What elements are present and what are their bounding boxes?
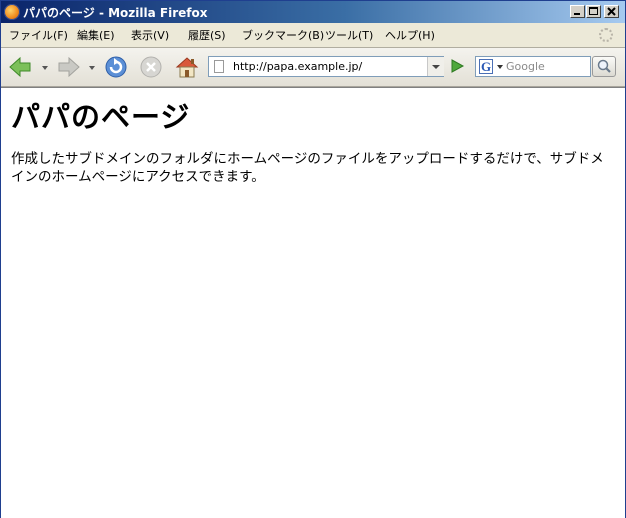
stop-button[interactable] [138, 55, 164, 79]
menu-file[interactable]: ファイル(F) [9, 27, 68, 43]
close-button[interactable] [604, 5, 619, 18]
forward-icon [58, 56, 80, 78]
reload-icon [105, 56, 127, 78]
url-bar[interactable]: http://papa.example.jp/ [208, 56, 444, 77]
back-history-dropdown[interactable] [42, 66, 48, 70]
back-button[interactable] [7, 55, 33, 79]
search-input[interactable] [506, 58, 588, 75]
menu-bar: ファイル(F) 編集(E) 表示(V) 履歴(S) ブックマーク(B) ツール(… [1, 23, 625, 48]
search-engine-icon[interactable]: G [479, 59, 493, 74]
back-icon [9, 56, 31, 78]
menu-bookmarks[interactable]: ブックマーク(B) [242, 27, 324, 43]
minimize-icon [574, 13, 580, 15]
maximize-button[interactable] [586, 5, 601, 18]
forward-button[interactable] [56, 55, 82, 79]
url-history-dropdown[interactable] [427, 57, 444, 76]
navigation-toolbar: http://papa.example.jp/ G [1, 48, 625, 87]
go-icon [451, 59, 465, 73]
home-icon [175, 57, 199, 78]
page-paragraph: 作成したサブドメインのフォルダにホームページのファイルをアップロードするだけで、… [11, 151, 604, 185]
reload-button[interactable] [103, 55, 129, 79]
window-title: パパのページ - Mozilla Firefox [23, 6, 208, 20]
go-button[interactable] [448, 57, 466, 75]
chevron-down-icon [432, 65, 440, 69]
menu-help[interactable]: ヘルプ(H) [385, 27, 435, 43]
search-engine-dropdown[interactable] [497, 65, 503, 69]
url-field[interactable]: http://papa.example.jp/ [233, 60, 362, 73]
home-button[interactable] [174, 55, 200, 79]
menu-tools[interactable]: ツール(T) [325, 27, 373, 43]
search-icon [597, 59, 611, 73]
search-box[interactable]: G [475, 56, 591, 77]
browser-window: パパのページ - Mozilla Firefox ファイル(F) 編集(E) 表… [0, 0, 626, 518]
page-icon [214, 60, 224, 73]
menu-edit[interactable]: 編集(E) [77, 27, 115, 43]
menu-view[interactable]: 表示(V) [131, 27, 169, 43]
title-bar[interactable]: パパのページ - Mozilla Firefox [1, 1, 625, 23]
forward-history-dropdown[interactable] [89, 66, 95, 70]
maximize-icon [589, 7, 598, 15]
page-heading: パパのページ [11, 100, 191, 134]
activity-throbber-icon [599, 28, 613, 42]
stop-icon [140, 56, 162, 78]
search-button[interactable] [592, 56, 616, 77]
menu-history[interactable]: 履歴(S) [188, 27, 226, 43]
firefox-logo-icon [4, 4, 20, 20]
page-content: パパのページ 作成したサブドメインのフォルダにホームページのファイルをアップロー… [1, 87, 625, 518]
close-icon [607, 7, 616, 16]
minimize-button[interactable] [570, 5, 585, 18]
